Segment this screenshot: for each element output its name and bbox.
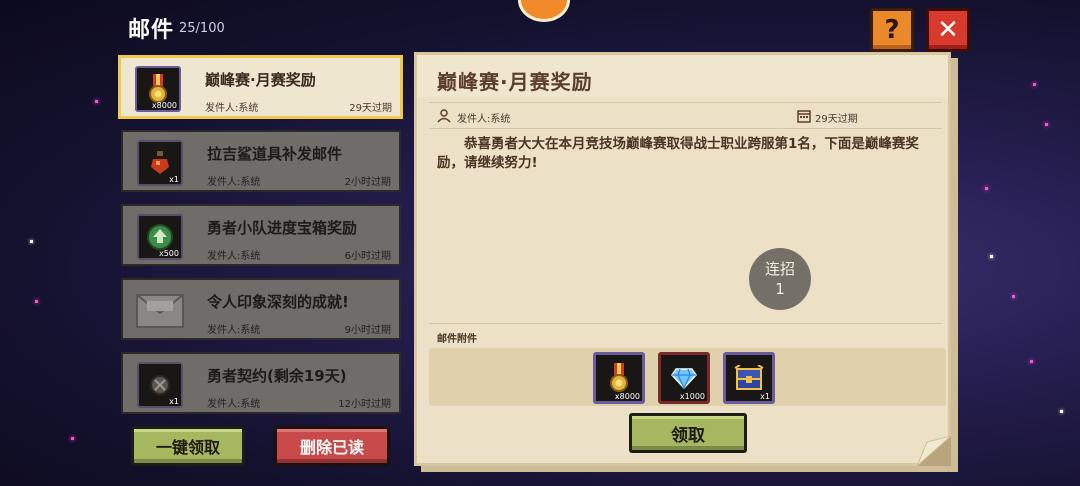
contract-coin-icon: x1: [137, 362, 183, 408]
page-fold-icon: [917, 436, 951, 466]
mail-title: 令人印象深刻的成就!: [207, 293, 349, 311]
diamond-icon: [671, 368, 697, 389]
mail-expire: 9小时过期: [344, 325, 391, 336]
star: [985, 187, 988, 190]
divider: [429, 102, 942, 103]
item-quantity: x1: [169, 175, 179, 184]
star: [30, 240, 33, 243]
mail-item[interactable]: x500 勇者小队进度宝箱奖励 发件人:系统 6小时过期: [121, 204, 401, 266]
mail-title: 勇者契约(剩余19天): [207, 367, 347, 385]
star: [1033, 83, 1036, 86]
event-orb-button[interactable]: [518, 0, 570, 22]
mail-expire: 2小时过期: [344, 177, 391, 188]
mail-item[interactable]: x1 拉吉鲨道具补发邮件 发件人:系统 2小时过期: [121, 130, 401, 192]
detail-title: 巅峰赛·月赛奖励: [437, 70, 593, 94]
detail-expire: 29天过期: [815, 114, 858, 125]
star: [1045, 123, 1048, 126]
combo-label: 连招: [764, 260, 795, 278]
claim-button[interactable]: 领取: [629, 413, 747, 453]
star: [1030, 360, 1033, 363]
divider: [429, 323, 942, 324]
item-quantity: x500: [158, 249, 179, 258]
medal-icon: [610, 363, 628, 392]
star: [1060, 410, 1063, 413]
item-quantity: x8000: [614, 392, 640, 401]
mail-detail-panel: 巅峰赛·月赛奖励 发件人:系统 29天过期 恭喜勇者大大在本月竞技场巅峰赛取得战…: [414, 52, 951, 466]
mail-sender: 发件人:系统: [207, 325, 261, 336]
combo-value: 1: [775, 280, 785, 298]
star: [990, 255, 993, 258]
mail-title: 勇者小队进度宝箱奖励: [207, 219, 358, 237]
mail-sender: 发件人:系统: [207, 177, 261, 188]
mail-expire: 12小时过期: [338, 399, 391, 410]
mail-expire: 6小时过期: [344, 251, 391, 262]
star: [71, 437, 74, 440]
mail-expire: 29天过期: [349, 103, 392, 114]
attachments-label: 邮件附件: [437, 334, 477, 345]
mail-sender: 发件人:系统: [205, 103, 259, 114]
delete-read-button[interactable]: 删除已读: [274, 426, 390, 466]
detail-sender: 发件人:系统: [457, 114, 511, 125]
medal-icon: x8000: [135, 66, 181, 112]
treasure-chest-icon: [734, 365, 764, 390]
mail-title: 巅峰赛·月赛奖励: [205, 71, 316, 89]
combo-indicator[interactable]: 连招 1: [749, 248, 811, 310]
star: [95, 100, 98, 103]
calendar-icon: [797, 110, 811, 123]
person-icon: [437, 109, 451, 123]
attachment-item[interactable]: x1: [723, 352, 775, 404]
item-quantity: x1000: [679, 392, 705, 401]
potion-icon: x1: [137, 140, 183, 186]
mail-count: 25/100: [179, 21, 225, 36]
mail-sender: 发件人:系统: [207, 251, 261, 262]
claim-all-button[interactable]: 一键领取: [131, 426, 245, 466]
attachment-item[interactable]: x1000: [658, 352, 710, 404]
star: [35, 300, 38, 303]
help-button[interactable]: ?: [870, 8, 914, 52]
detail-meta: 发件人:系统 29天过期: [437, 107, 933, 125]
mail-item[interactable]: 令人印象深刻的成就! 发件人:系统 9小时过期: [121, 278, 401, 340]
divider: [429, 128, 942, 129]
envelope-icon: [136, 288, 184, 334]
item-quantity: x1: [169, 397, 179, 406]
mail-item[interactable]: x8000 巅峰赛·月赛奖励 发件人:系统 29天过期: [118, 55, 403, 119]
item-quantity: x8000: [151, 101, 177, 110]
mail-item[interactable]: x1 勇者契约(剩余19天) 发件人:系统 12小时过期: [121, 352, 401, 414]
close-button[interactable]: ✕: [926, 8, 970, 52]
mail-sender: 发件人:系统: [207, 399, 261, 410]
page-title: 邮件: [128, 18, 175, 43]
mail-title: 拉吉鲨道具补发邮件: [207, 145, 343, 163]
item-quantity: x1: [760, 392, 770, 401]
attachment-item[interactable]: x8000: [593, 352, 645, 404]
gem-token-icon: x500: [137, 214, 183, 260]
star: [1012, 295, 1015, 298]
mail-body: 恭喜勇者大大在本月竞技场巅峰赛取得战士职业跨服第1名，下面是巅峰赛奖励，请继续努…: [437, 136, 919, 171]
